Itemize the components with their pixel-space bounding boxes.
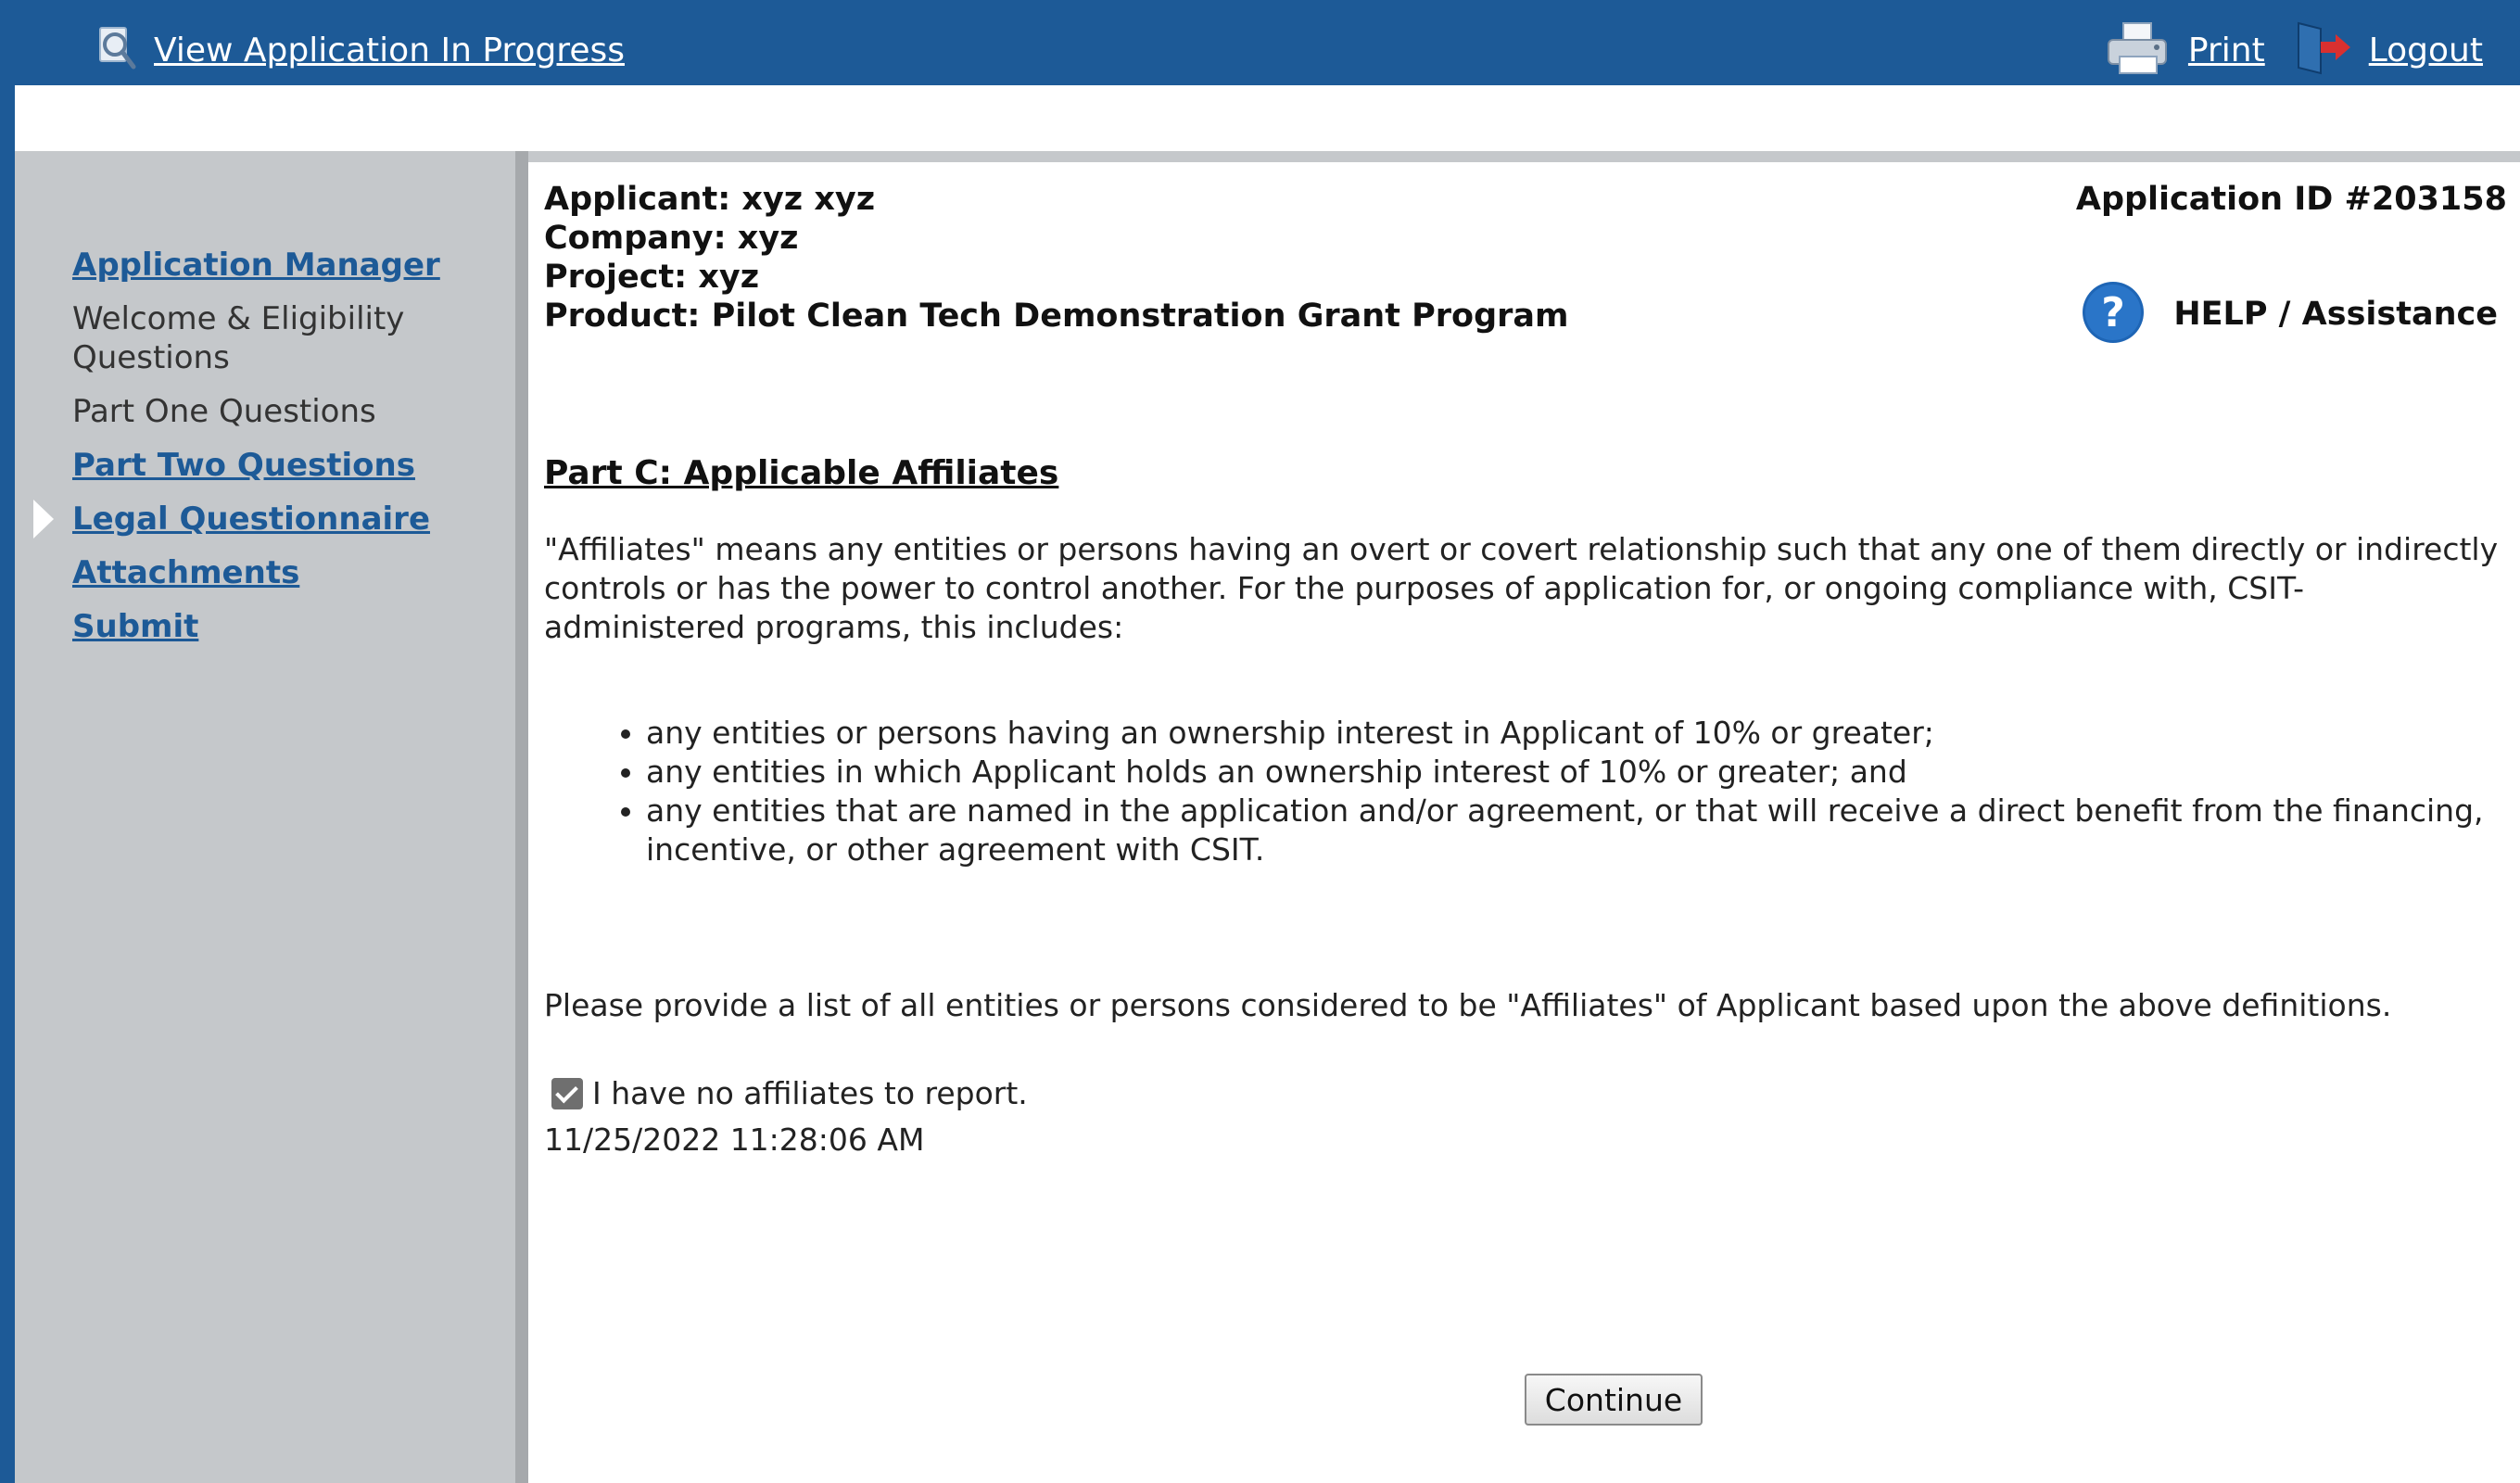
sidebar-item-label[interactable]: Application Manager xyxy=(72,247,440,284)
logout-link[interactable]: Logout xyxy=(2369,32,2483,70)
sidebar-item-attachments[interactable]: Attachments xyxy=(72,553,499,592)
sidebar-item-label[interactable]: Attachments xyxy=(72,554,299,591)
sidebar-item-part-two[interactable]: Part Two Questions xyxy=(72,446,499,485)
sidebar-item-part-one: Part One Questions xyxy=(72,392,499,431)
sidebar-item-legal-questionnaire[interactable]: Legal Questionnaire xyxy=(33,500,499,539)
project-line: Project: xyz xyxy=(544,259,760,296)
company-line: Company: xyz xyxy=(544,220,799,257)
main-content: Applicant: xyz xyz Company: xyz Project:… xyxy=(542,176,2507,1474)
print-group[interactable]: Print xyxy=(2105,21,2265,79)
applicant-line: Applicant: xyz xyz xyxy=(544,181,876,218)
logout-door-icon xyxy=(2293,21,2352,79)
sidebar-item-label[interactable]: Submit xyxy=(72,608,198,645)
list-item: any entities or persons having an owners… xyxy=(646,714,2520,753)
sidebar-item-label[interactable]: Part Two Questions xyxy=(72,447,415,484)
magnifier-document-icon xyxy=(96,24,137,76)
sidebar-item-label: Welcome & Eligibility Questions xyxy=(72,300,405,376)
outer-frame-left xyxy=(0,0,15,1483)
sidebar-divider xyxy=(515,151,528,1483)
view-application-link[interactable]: View Application In Progress xyxy=(154,32,625,70)
logout-group[interactable]: Logout xyxy=(2293,21,2483,79)
affiliates-definition: "Affiliates" means any entities or perso… xyxy=(544,531,2499,645)
svg-text:?: ? xyxy=(2102,289,2126,336)
print-link[interactable]: Print xyxy=(2188,32,2265,70)
list-item: any entities in which Applicant holds an… xyxy=(646,753,2520,792)
affiliates-request: Please provide a list of all entities or… xyxy=(544,987,2392,1023)
sidebar-item-application-manager[interactable]: Application Manager xyxy=(72,246,499,285)
current-page-pointer-icon xyxy=(33,500,54,539)
application-summary: Applicant: xyz xyz Company: xyz Project:… xyxy=(544,180,1569,336)
sidebar-item-label: Part One Questions xyxy=(72,393,376,430)
sidebar: Application Manager Welcome & Eligibilit… xyxy=(15,151,515,1483)
top-banner: View Application In Progress Print Logou… xyxy=(15,15,2520,85)
content-top-border xyxy=(528,151,2520,162)
checkbox-timestamp: 11/25/2022 11:28:06 AM xyxy=(544,1122,925,1158)
help-question-icon[interactable]: ? xyxy=(2081,280,2146,349)
application-id: Application ID #203158 xyxy=(2075,181,2507,218)
sidebar-item-submit[interactable]: Submit xyxy=(72,607,499,646)
no-affiliates-label[interactable]: I have no affiliates to report. xyxy=(592,1075,1028,1111)
list-item: any entities that are named in the appli… xyxy=(646,792,2520,869)
sidebar-item-welcome-eligibility: Welcome & Eligibility Questions xyxy=(72,299,499,377)
help-label[interactable]: HELP / Assistance xyxy=(2173,296,2498,333)
product-line: Product: Pilot Clean Tech Demonstration … xyxy=(544,298,1569,335)
top-actions: Print Logout xyxy=(2105,21,2483,79)
view-application-group[interactable]: View Application In Progress xyxy=(96,24,625,76)
section-title: Part C: Applicable Affiliates xyxy=(544,454,1059,492)
sidebar-nav: Application Manager Welcome & Eligibilit… xyxy=(33,246,499,661)
affiliate-criteria-list: any entities or persons having an owners… xyxy=(542,714,2520,869)
no-affiliates-row[interactable]: I have no affiliates to report. xyxy=(551,1075,1028,1111)
help-assistance[interactable]: ? HELP / Assistance xyxy=(2081,280,2498,349)
no-affiliates-checkbox[interactable] xyxy=(551,1077,583,1109)
printer-icon xyxy=(2105,21,2172,79)
outer-frame-top xyxy=(0,0,2520,15)
continue-button[interactable]: Continue xyxy=(1525,1374,1703,1426)
sidebar-item-label[interactable]: Legal Questionnaire xyxy=(72,501,430,538)
